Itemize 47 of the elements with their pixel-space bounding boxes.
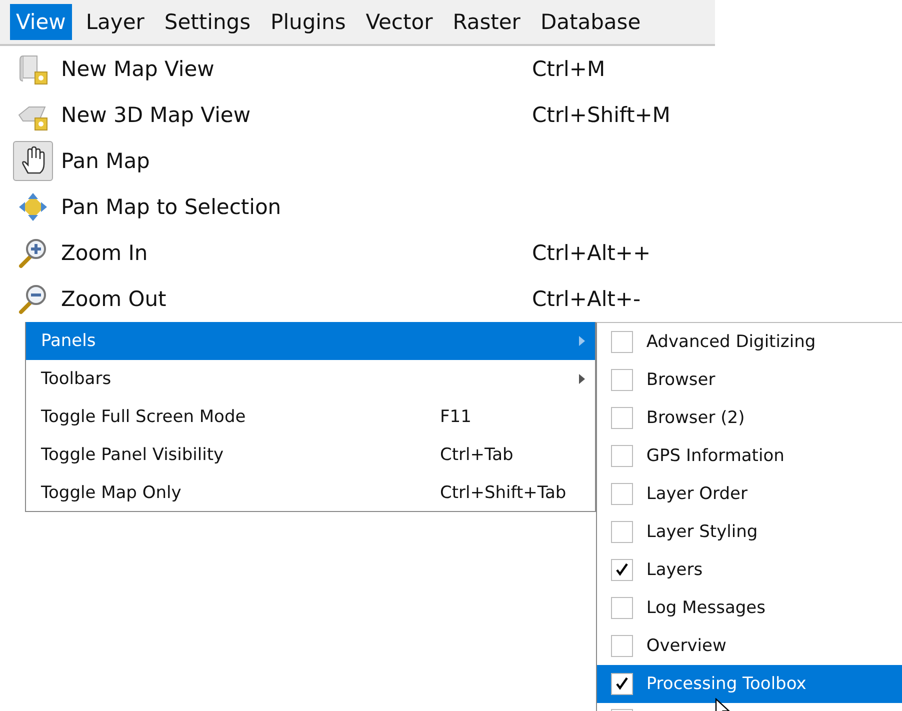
- checkbox[interactable]: [611, 369, 634, 391]
- menu-item[interactable]: Layer Styling: [646, 522, 758, 542]
- menu-item[interactable]: Browser: [646, 370, 716, 390]
- check-icon: [614, 562, 630, 578]
- pan-arrows-icon: [17, 191, 49, 223]
- menu-item[interactable]: Zoom In: [61, 241, 148, 265]
- shortcut-text: Ctrl+Shift+M: [532, 103, 670, 127]
- check-icon: [614, 676, 630, 692]
- menu-bar-item[interactable]: Plugins: [264, 4, 352, 40]
- menu-item[interactable]: Advanced Digitizing: [646, 332, 816, 352]
- checkbox[interactable]: [611, 331, 634, 353]
- menu-item[interactable]: Browser (2): [646, 408, 745, 428]
- menu-item[interactable]: Toggle Panel Visibility Ctrl+Tab: [26, 436, 596, 474]
- checkbox[interactable]: [611, 635, 634, 657]
- shortcut-text: Ctrl+M: [532, 57, 606, 81]
- checkbox[interactable]: [611, 445, 634, 467]
- menu-bar-item[interactable]: View: [10, 4, 72, 40]
- menu-item[interactable]: Layers: [646, 560, 703, 580]
- menu-item[interactable]: GPS Information: [646, 446, 784, 466]
- menu-item[interactable]: Panels: [26, 322, 596, 360]
- zoom-in-icon: [17, 237, 49, 269]
- checkbox[interactable]: [611, 673, 634, 695]
- menu-item[interactable]: Overview: [646, 636, 726, 656]
- checkbox[interactable]: [611, 521, 634, 543]
- map-page-icon: [17, 53, 49, 85]
- zoom-out-icon: [17, 283, 49, 315]
- menu-item[interactable]: Pan Map: [61, 149, 150, 173]
- checkbox[interactable]: [611, 559, 634, 581]
- checkbox[interactable]: [611, 407, 634, 429]
- menu-bar-item[interactable]: Vector: [360, 4, 439, 40]
- menu-item[interactable]: New Map View: [61, 57, 214, 81]
- menu-item[interactable]: New 3D Map View: [61, 103, 251, 127]
- menu-item[interactable]: Toggle Full Screen Mode F11: [26, 398, 596, 436]
- shortcut-text: Ctrl+Alt++: [532, 241, 651, 265]
- menu-item[interactable]: Pan Map to Selection: [61, 195, 282, 219]
- shortcut-text: Ctrl+Alt+-: [532, 287, 641, 311]
- menu-item[interactable]: Zoom Out: [61, 287, 166, 311]
- menu-item[interactable]: Toolbars: [26, 360, 596, 398]
- menu-item[interactable]: Layer Order: [646, 484, 748, 504]
- checkbox[interactable]: [611, 483, 634, 505]
- menu-bar-item[interactable]: Settings: [158, 4, 257, 40]
- menu-bar-item[interactable]: Database: [534, 4, 647, 40]
- menu-item[interactable]: Log Messages: [646, 598, 766, 618]
- menu-item[interactable]: Toggle Map Only Ctrl+Shift+Tab: [26, 474, 596, 512]
- menu-bar-item[interactable]: Raster: [446, 4, 526, 40]
- menu-bar-item[interactable]: Layer: [80, 4, 150, 40]
- checkbox[interactable]: [611, 597, 634, 619]
